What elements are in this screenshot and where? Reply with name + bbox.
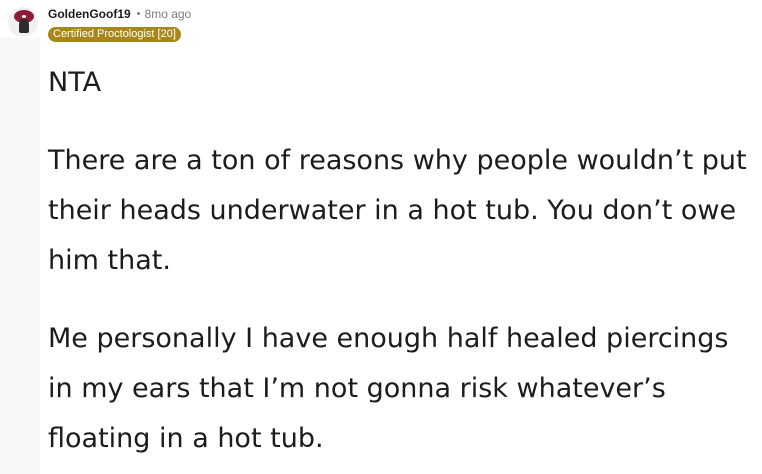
comment-paragraph: Me personally I have enough half healed …: [48, 323, 729, 454]
comment-header: GoldenGoof19 • 8mo ago Certified Proctol…: [8, 5, 191, 42]
thread-line[interactable]: [0, 38, 40, 474]
avatar[interactable]: [8, 7, 38, 37]
comment-paragraph: NTA: [48, 67, 102, 98]
separator-dot: •: [136, 7, 141, 20]
username-link[interactable]: GoldenGoof19: [48, 7, 131, 21]
meta-row: GoldenGoof19 • 8mo ago: [48, 5, 191, 22]
comment-page: GoldenGoof19 • 8mo ago Certified Proctol…: [0, 0, 762, 474]
comment-body: NTA There are a ton of reasons why peopl…: [48, 58, 760, 474]
user-flair: Certified Proctologist [20]: [48, 27, 181, 42]
comment-meta: GoldenGoof19 • 8mo ago Certified Proctol…: [48, 5, 191, 42]
comment-paragraph: There are a ton of reasons why people wo…: [48, 145, 747, 276]
timestamp[interactable]: 8mo ago: [145, 7, 192, 21]
